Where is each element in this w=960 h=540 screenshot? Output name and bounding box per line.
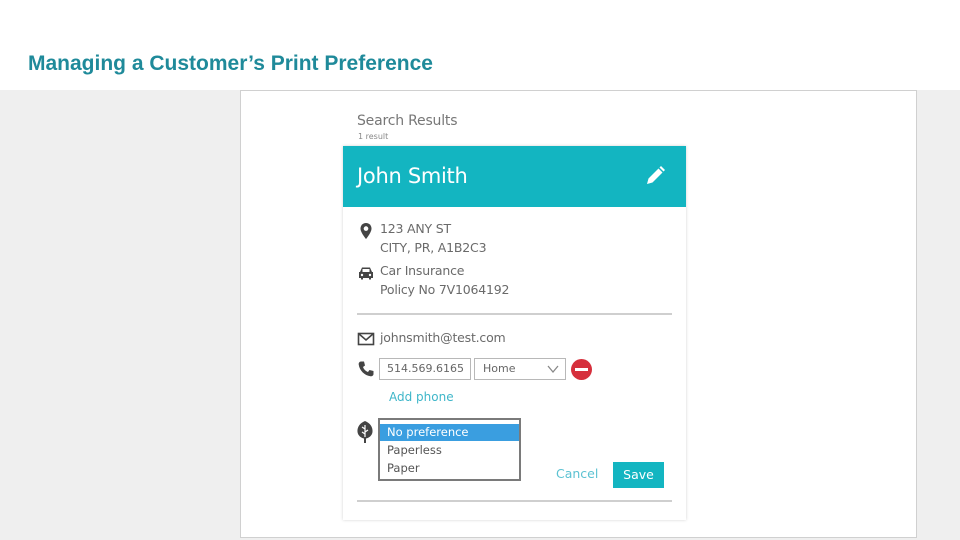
print-preference-option-no-preference[interactable]: No preference (380, 424, 519, 441)
print-preference-option-paperless[interactable]: Paperless (380, 442, 519, 459)
search-results-heading: Search Results (357, 113, 458, 129)
location-pin-icon (360, 223, 372, 239)
remove-icon (575, 368, 588, 371)
phone-type-value: Home (483, 362, 516, 375)
print-preference-list[interactable]: No preference Paperless Paper (378, 418, 521, 481)
phone-icon (358, 361, 374, 377)
customer-card-header: John Smith (343, 146, 686, 207)
address-line-2: CITY, PR, A1B2C3 (380, 240, 487, 255)
print-preference-option-paper[interactable]: Paper (380, 460, 519, 477)
divider (357, 313, 672, 315)
policy-type: Car Insurance (380, 263, 465, 278)
edit-icon (647, 166, 665, 184)
cancel-button[interactable]: Cancel (556, 466, 598, 481)
address-line-1: 123 ANY ST (380, 221, 451, 236)
phone-type-select[interactable]: Home (474, 358, 566, 380)
tree-icon (357, 421, 373, 443)
policy-number: Policy No 7V1064192 (380, 282, 510, 297)
save-button[interactable]: Save (613, 462, 664, 488)
remove-phone-button[interactable] (571, 359, 592, 380)
edit-button[interactable] (643, 164, 667, 188)
divider (357, 500, 672, 502)
customer-name: John Smith (357, 164, 468, 188)
email-address: johnsmith@test.com (380, 330, 506, 345)
envelope-icon (357, 332, 375, 346)
car-icon (359, 267, 373, 280)
slide-title: Managing a Customer’s Print Preference (28, 52, 433, 75)
phone-input[interactable]: 514.569.6165 (379, 358, 471, 380)
customer-card: John Smith 123 ANY ST CITY, PR, A1B2C3 C… (343, 146, 686, 520)
search-results-count: 1 result (358, 132, 389, 141)
chevron-down-icon (547, 365, 559, 374)
add-phone-link[interactable]: Add phone (389, 390, 454, 404)
